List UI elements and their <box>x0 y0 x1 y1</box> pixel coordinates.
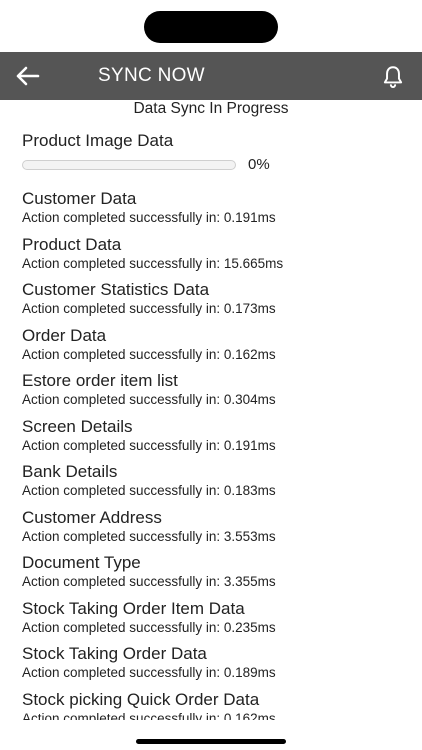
item-status: Action completed successfully in: 3.553m… <box>22 528 276 544</box>
item-status: Action completed successfully in: 3.355m… <box>22 574 276 589</box>
list-item: Order Data Action completed successfully… <box>22 325 412 371</box>
list-item: Stock picking Quick Order Data Action co… <box>22 689 412 721</box>
item-title: Product Data <box>22 234 122 254</box>
list-item: Screen Details Action completed successf… <box>22 416 412 462</box>
item-title: Stock Taking Order Data <box>22 644 207 663</box>
list-item: Product Data Action completed successful… <box>22 234 412 280</box>
item-title: Order Data <box>22 325 107 345</box>
item-status: Action completed successfully in: 0.162m… <box>22 346 276 362</box>
item-status: Action completed successfully in: 0.235m… <box>22 619 276 635</box>
item-title: Customer Data <box>22 189 137 208</box>
item-title: Screen Details <box>22 416 133 436</box>
arrow-left-icon <box>16 66 40 86</box>
item-status: Action completed successfully in: 0.191m… <box>22 437 276 453</box>
item-status: Action completed successfully in: 15.665… <box>22 255 284 271</box>
item-title: Document Type <box>22 553 141 572</box>
sync-status-text: Data Sync In Progress <box>133 100 289 117</box>
item-status: Action completed successfully in: 0.304m… <box>22 392 276 407</box>
list-item: Customer Statistics Data Action complete… <box>22 279 412 325</box>
progress-bar <box>22 159 236 170</box>
progress-label: Product Image Data <box>22 131 174 150</box>
list-item: Document Type Action completed successfu… <box>22 552 412 598</box>
progress-percent: 0% <box>248 156 270 173</box>
list-item: Stock Taking Order Data Action completed… <box>22 643 412 689</box>
back-button[interactable] <box>12 62 42 90</box>
list-item: Customer Address Action completed succes… <box>22 507 412 553</box>
item-title: Bank Details <box>22 462 118 481</box>
item-title: Stock picking Quick Order Data <box>22 689 260 709</box>
sync-log-scroll[interactable]: Product Image Data 0% Customer Data Acti… <box>0 128 422 720</box>
status-bar <box>0 0 422 52</box>
page-title: SYNC NOW <box>98 65 205 86</box>
item-title: Stock Taking Order Item Data <box>22 598 245 618</box>
item-status: Action completed successfully in: 0.183m… <box>22 483 276 498</box>
sync-item-list: Customer Data Action completed successfu… <box>22 188 412 720</box>
item-status: Action completed successfully in: 0.191m… <box>22 210 276 225</box>
home-indicator[interactable] <box>136 739 286 744</box>
bell-icon <box>383 66 403 89</box>
progress-section: Product Image Data 0% <box>22 131 402 173</box>
item-title: Estore order item list <box>22 371 178 390</box>
notification-button[interactable] <box>378 62 408 92</box>
item-title: Customer Statistics Data <box>22 280 210 299</box>
list-item: Bank Details Action completed successful… <box>22 461 412 507</box>
item-status: Action completed successfully in: 0.173m… <box>22 301 276 316</box>
list-item: Customer Data Action completed successfu… <box>22 188 412 234</box>
list-item: Stock Taking Order Item Data Action comp… <box>22 598 412 644</box>
app-header: SYNC NOW <box>0 52 422 100</box>
item-status: Action completed successfully in: 0.162m… <box>22 710 276 721</box>
item-status: Action completed successfully in: 0.189m… <box>22 665 276 680</box>
item-title: Customer Address <box>22 507 162 527</box>
list-item: Estore order item list Action completed … <box>22 370 412 416</box>
dynamic-island <box>144 11 278 43</box>
